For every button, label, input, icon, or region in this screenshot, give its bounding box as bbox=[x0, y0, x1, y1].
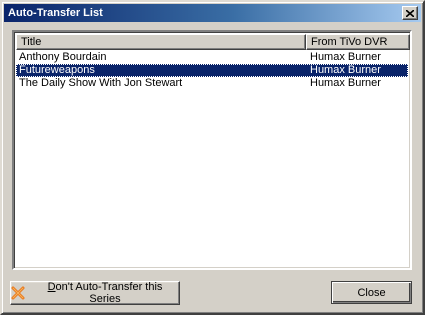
title-bar[interactable]: Auto-Transfer List bbox=[4, 4, 421, 22]
window-close-button[interactable] bbox=[402, 6, 418, 20]
column-header-title[interactable]: Title bbox=[16, 34, 306, 50]
row-title: Futureweapons bbox=[19, 64, 95, 76]
list-row[interactable]: The Daily Show With Jon Stewart Humax Bu… bbox=[16, 77, 408, 90]
close-icon bbox=[406, 9, 414, 17]
list-rows: Anthony Bourdain Humax Burner Futureweap… bbox=[16, 51, 408, 90]
dont-auto-transfer-label: Don't Auto-Transfer this Series bbox=[31, 281, 179, 305]
dont-auto-transfer-button[interactable]: Don't Auto-Transfer this Series bbox=[10, 281, 180, 305]
row-source: Humax Burner bbox=[310, 51, 381, 63]
dont-auto-transfer-label-rest: on't Auto-Transfer this Series bbox=[55, 281, 163, 305]
list-row[interactable]: Anthony Bourdain Humax Burner bbox=[16, 51, 408, 64]
auto-transfer-list[interactable]: Title From TiVo DVR Anthony Bourdain Hum… bbox=[12, 30, 412, 270]
mnemonic-letter: D bbox=[47, 281, 56, 293]
row-source: Humax Burner bbox=[310, 64, 381, 76]
list-row[interactable]: Futureweapons Humax Burner bbox=[16, 64, 408, 77]
column-header-from-tivo-dvr[interactable]: From TiVo DVR bbox=[306, 34, 410, 50]
window-title: Auto-Transfer List bbox=[8, 7, 103, 19]
list-header: Title From TiVo DVR bbox=[16, 34, 410, 50]
row-source: Humax Burner bbox=[310, 77, 381, 89]
close-button[interactable]: Close bbox=[331, 281, 412, 304]
x-icon bbox=[11, 286, 25, 300]
row-title: Anthony Bourdain bbox=[19, 51, 107, 63]
row-title: The Daily Show With Jon Stewart bbox=[19, 77, 183, 89]
